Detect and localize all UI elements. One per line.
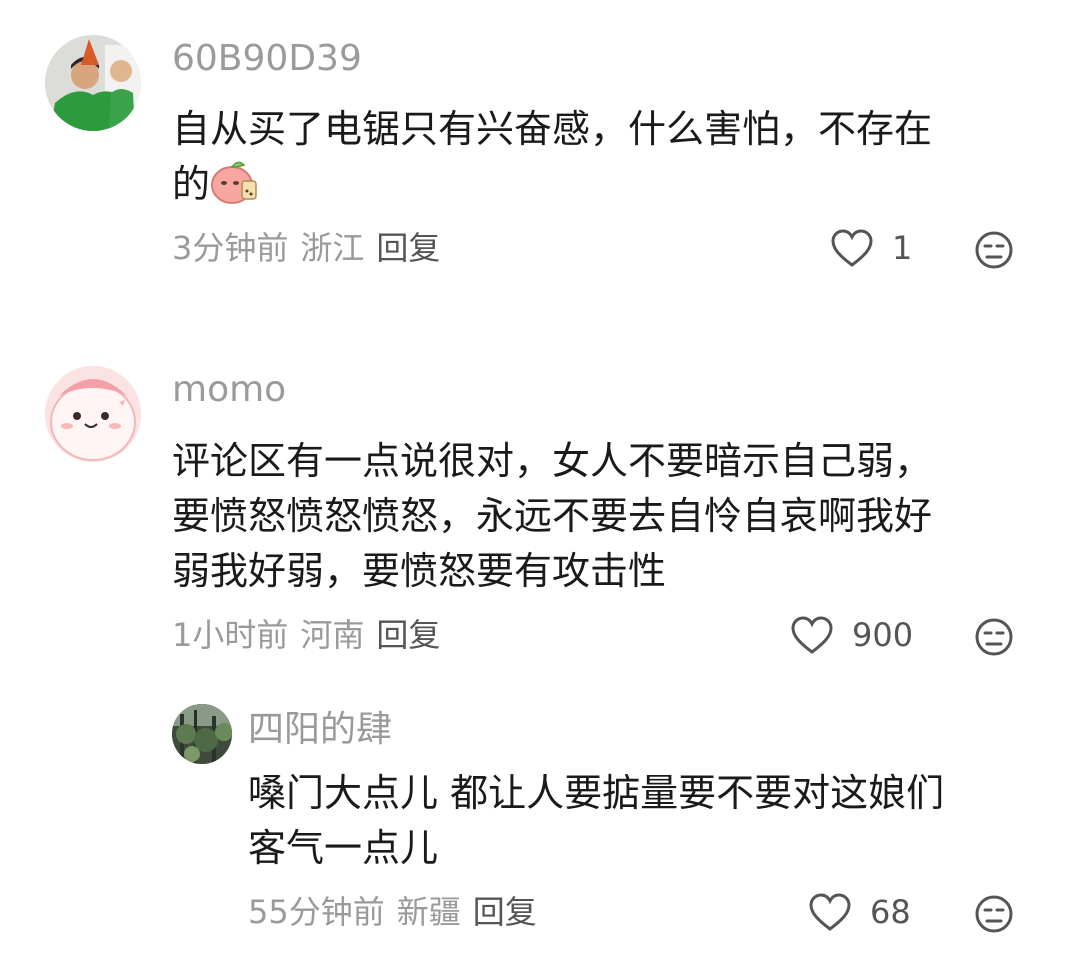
comment-text-line: 客气一点儿	[248, 826, 439, 870]
like-button[interactable]: 68	[808, 892, 911, 932]
comment-text-line: 嗓门大点儿 都让人要掂量要不要对这娘们	[248, 771, 945, 815]
dislike-face-icon[interactable]	[974, 894, 1014, 934]
comment-meta: 55分钟前 新疆 回复	[248, 892, 549, 932]
reply-button[interactable]: 回复	[473, 893, 537, 931]
comment-location: 新疆	[396, 893, 461, 931]
like-count: 68	[870, 893, 911, 931]
heart-icon	[809, 893, 851, 931]
username[interactable]: 四阳的肆	[248, 708, 392, 752]
comment-text: 嗓门大点儿 都让人要掂量要不要对这娘们 客气一点儿	[248, 766, 1028, 876]
reply-comment-item: 四阳的肆 嗓门大点儿 都让人要掂量要不要对这娘们 客气一点儿 55分钟前 新疆 回复…	[0, 0, 1078, 957]
avatar[interactable]	[172, 704, 232, 764]
comment-time: 55分钟前	[248, 893, 385, 931]
